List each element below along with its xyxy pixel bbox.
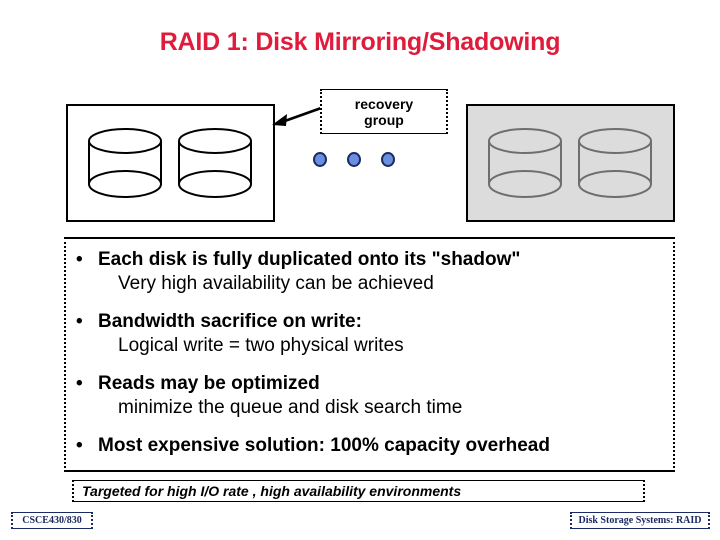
ellipsis-dot-3 <box>381 152 395 167</box>
bullet-primary-line: • Bandwidth sacrifice on write: <box>76 310 667 334</box>
bullet-primary-text: Each disk is fully duplicated onto its "… <box>98 249 521 270</box>
tagline-text: Targeted for high I/O rate , high availa… <box>82 483 462 499</box>
bullet-secondary-line: Very high availability can be achieved <box>118 273 434 294</box>
tagline-box: Targeted for high I/O rate , high availa… <box>72 480 645 502</box>
bullet-primary-line: • Reads may be optimized <box>76 372 667 396</box>
primary-disk-group-box <box>66 104 275 222</box>
bullet-item: • Reads may be optimized minimize the que… <box>76 372 667 420</box>
ellipsis-dot-2 <box>347 152 361 167</box>
bullet-secondary-line: minimize the queue and disk search time <box>118 397 463 418</box>
bullet-primary-line: • Each disk is fully duplicated onto its … <box>76 248 667 272</box>
recovery-group-callout: recovery group <box>320 89 448 134</box>
shadow-disk-group-box <box>466 104 675 222</box>
bullet-item: • Bandwidth sacrifice on write: Logical w… <box>76 310 667 358</box>
recovery-group-label-line1: recovery <box>354 95 414 112</box>
recovery-group-label: recovery group <box>355 96 413 128</box>
bullet-item: • Most expensive solution: 100% capacity … <box>76 434 667 458</box>
bullet-primary-text: Most expensive solution: 100% capacity o… <box>98 435 550 456</box>
disk-cylinder-shadow-1 <box>487 128 563 200</box>
bullet-marker-icon: • <box>76 249 83 270</box>
footer-course-box: CSCE430/830 <box>11 512 93 529</box>
bullet-secondary-line: Logical write = two physical writes <box>118 335 404 356</box>
bullet-marker-icon: • <box>76 373 83 394</box>
bullet-primary-line: • Most expensive solution: 100% capacity … <box>76 434 667 458</box>
ellipsis-dots-group <box>313 152 405 172</box>
disk-cylinder-shadow-2 <box>577 128 653 200</box>
recovery-group-label-line2: group <box>364 111 404 128</box>
footer-topic-label: Disk Storage Systems: RAID <box>578 515 702 526</box>
disk-cylinder-primary-1 <box>87 128 163 200</box>
bullet-primary-text: Bandwidth sacrifice on write: <box>98 311 362 332</box>
bullet-item: • Each disk is fully duplicated onto its … <box>76 248 667 296</box>
bullet-content-box: • Each disk is fully duplicated onto its … <box>64 237 675 472</box>
footer-course-label: CSCE430/830 <box>22 515 82 526</box>
bullet-marker-icon: • <box>76 311 83 332</box>
ellipsis-dot-1 <box>313 152 327 167</box>
page-title: RAID 1: Disk Mirroring/Shadowing <box>159 28 561 56</box>
bullet-primary-text: Reads may be optimized <box>98 373 320 394</box>
disk-cylinder-primary-2 <box>177 128 253 200</box>
footer-topic-box: Disk Storage Systems: RAID <box>570 512 710 529</box>
bullet-marker-icon: • <box>76 435 83 456</box>
